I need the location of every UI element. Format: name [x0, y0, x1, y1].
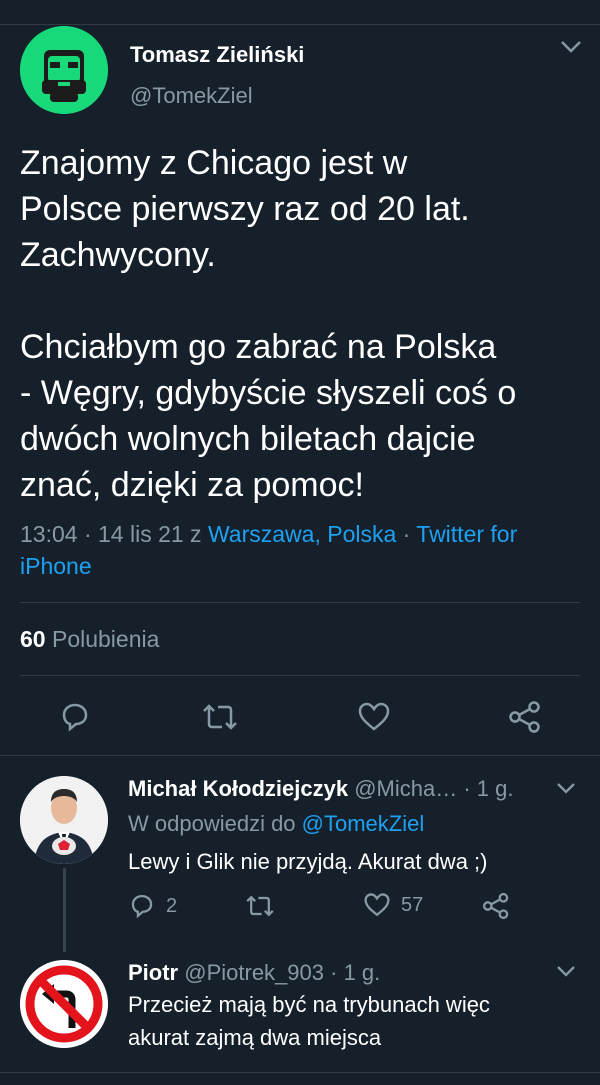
share-icon: [509, 701, 540, 733]
reply-time: · 1 g.: [463, 776, 514, 801]
reply-like-count: 57: [401, 893, 424, 916]
reply-header: Piotr @Piotrek_903 · 1 g.: [128, 960, 380, 986]
reply-text: Przecież mają być na trybunach więc akur…: [128, 992, 490, 1050]
retweet-icon: [203, 704, 237, 730]
section-divider: [0, 755, 600, 756]
chevron-down-icon[interactable]: [556, 782, 576, 800]
top-divider: [0, 0, 600, 25]
reply-icon: [131, 894, 153, 919]
reply-text: Lewy i Glik nie przyjdą. Akurat dwa ;): [128, 849, 488, 874]
divider: [20, 602, 580, 603]
reply-avatar[interactable]: [20, 960, 108, 1048]
meta-separator: ·: [396, 521, 417, 547]
author-name[interactable]: Tomasz Zieliński: [130, 42, 304, 68]
retweet-icon: [246, 895, 274, 917]
chevron-down-icon[interactable]: [556, 965, 576, 983]
tweet-timestamp: 13:04 · 14 lis 21 z: [20, 521, 208, 547]
reply-time: · 1 g.: [330, 960, 381, 985]
like-icon: [358, 702, 390, 731]
author-avatar[interactable]: [20, 26, 108, 114]
reply-share-button[interactable]: [482, 892, 510, 920]
section-divider: [0, 1072, 600, 1073]
reply-count: 2: [166, 894, 178, 917]
likes-count: 60: [20, 626, 46, 652]
reply-author-handle[interactable]: @Micha…: [354, 776, 457, 801]
tweet-meta: 13:04 · 14 lis 21 z Warszawa, Polska · T…: [20, 518, 580, 582]
likes-label: Polubienia: [51, 626, 160, 652]
reply-retweet-button[interactable]: [244, 892, 276, 920]
thread-connector: [63, 868, 66, 952]
reply-header: Michał Kołodziejczyk @Micha… · 1 g.: [128, 776, 513, 802]
reply-to-handle-link[interactable]: @TomekZiel: [302, 811, 425, 836]
tweet-text: Znajomy z Chicago jest w Polsce pierwszy…: [20, 144, 517, 504]
like-button[interactable]: [354, 697, 394, 737]
reply-author-handle[interactable]: @Piotrek_903: [184, 960, 324, 985]
divider: [20, 675, 580, 676]
share-icon: [482, 892, 509, 920]
retweet-button[interactable]: [200, 697, 240, 737]
reply-context: W odpowiedzi do @TomekZiel: [128, 811, 424, 837]
share-button[interactable]: [505, 697, 545, 737]
author-handle[interactable]: @TomekZiel: [130, 83, 253, 109]
person-photo-icon: [20, 776, 108, 864]
like-icon: [364, 893, 390, 917]
reply-like-button[interactable]: 57: [363, 892, 423, 918]
likes-summary[interactable]: 60 Polubienia: [20, 626, 159, 653]
reply-author-name[interactable]: Piotr: [128, 960, 178, 985]
reply-to-label: W odpowiedzi do: [128, 811, 302, 836]
reply-author-name[interactable]: Michał Kołodziejczyk: [128, 776, 348, 801]
tweet-location-link[interactable]: Warszawa, Polska: [208, 521, 396, 547]
reply-reply-button[interactable]: 2: [128, 892, 177, 920]
reply-avatar[interactable]: [20, 776, 108, 864]
reply-button[interactable]: [55, 697, 95, 737]
chevron-down-icon[interactable]: [560, 40, 582, 59]
bearded-face-logo-icon: [20, 26, 108, 114]
no-left-turn-sign-icon: [20, 960, 108, 1048]
reply-icon: [62, 703, 88, 732]
